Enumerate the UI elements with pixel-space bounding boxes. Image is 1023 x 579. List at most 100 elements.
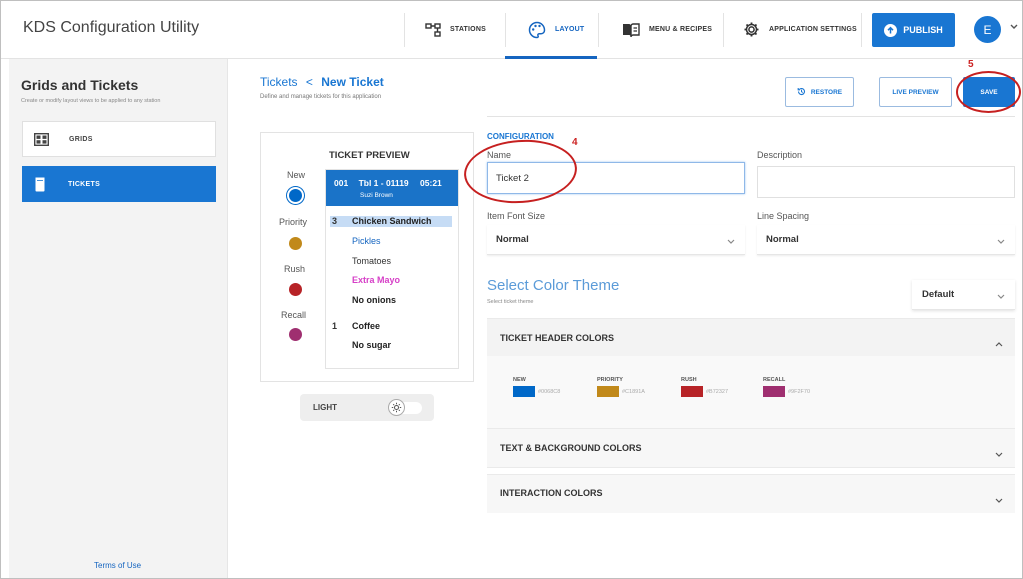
palette-icon — [528, 21, 546, 39]
ticket-modifier: No onions — [352, 295, 396, 305]
sidebar-item-label: TICKETS — [68, 180, 101, 188]
stations-icon — [425, 22, 441, 38]
publish-label: PUBLISH — [903, 25, 943, 35]
terms-of-use-link[interactable]: Terms of Use — [94, 561, 141, 570]
app-window: KDS Configuration Utility STATIONS LAYOU… — [0, 0, 1023, 579]
state-dot-recall[interactable] — [289, 328, 302, 341]
ticket-header-line: 001 Tbl 1 - 01119 05:21 — [334, 178, 442, 188]
upload-icon — [884, 23, 898, 37]
ticket-modifier: Extra Mayo — [352, 275, 401, 285]
line-spacing-select[interactable]: Normal — [757, 225, 1015, 255]
preview-title: TICKET PREVIEW — [329, 150, 410, 161]
section-title: INTERACTION COLORS — [500, 488, 603, 498]
ticket-preview-card: TICKET PREVIEW New Priority Rush Recall … — [260, 132, 474, 382]
ticket-modifier: No sugar — [352, 340, 392, 350]
swatch-color[interactable] — [763, 386, 785, 397]
live-preview-button[interactable]: LIVE PREVIEW — [879, 77, 952, 107]
top-bar: KDS Configuration Utility STATIONS LAYOU… — [1, 1, 1022, 59]
swatch-color[interactable] — [597, 386, 619, 397]
live-preview-label: LIVE PREVIEW — [892, 88, 939, 96]
swatch-label: NEW — [513, 377, 526, 383]
state-dot-new[interactable] — [289, 189, 302, 202]
breadcrumb-parent[interactable]: Tickets — [260, 75, 298, 89]
interaction-colors-section[interactable]: INTERACTION COLORS — [487, 474, 1015, 513]
gear-icon — [743, 21, 760, 38]
section-title: TEXT & BACKGROUND COLORS — [500, 443, 642, 453]
nav-menu-recipes[interactable]: MENU & RECIPES — [622, 1, 712, 58]
swatch-recall[interactable]: RECALL #9F2F70 — [763, 377, 810, 397]
app-title: KDS Configuration Utility — [23, 19, 200, 36]
line-spacing-value: Normal — [766, 234, 799, 245]
sun-icon — [388, 399, 405, 416]
swatch-hex: #0068C8 — [538, 388, 561, 395]
restore-button[interactable]: RESTORE — [785, 77, 854, 107]
state-label-new: New — [287, 170, 306, 180]
swatch-priority[interactable]: PRIORITY #C1891A — [597, 377, 645, 397]
section-title: TICKET HEADER COLORS — [500, 333, 615, 343]
restore-label: RESTORE — [810, 88, 843, 96]
user-avatar[interactable]: E — [974, 16, 1001, 43]
nav-app-settings-label: APPLICATION SETTINGS — [769, 26, 857, 33]
ticket-header-colors-section: TICKET HEADER COLORS NEW #0068C8 PRIORIT… — [487, 318, 1015, 429]
swatch-rush[interactable]: RUSH #B72327 — [681, 377, 728, 397]
restore-icon — [797, 87, 806, 98]
sidebar-item-label: GRIDS — [69, 135, 93, 143]
state-label-priority: Priority — [279, 217, 308, 227]
nav-stations[interactable]: STATIONS — [425, 1, 486, 58]
annotation-step-4: 4 — [572, 137, 578, 148]
ticket-modifier: Tomatoes — [352, 256, 392, 266]
line-spacing-label: Line Spacing — [757, 211, 810, 221]
state-dot-priority[interactable] — [289, 237, 302, 250]
swatch-label: RUSH — [681, 377, 697, 383]
nav-divider — [598, 13, 599, 47]
state-label-rush: Rush — [284, 264, 306, 274]
header-divider — [487, 116, 1015, 117]
chevron-down-icon — [727, 237, 735, 248]
nav-app-settings[interactable]: APPLICATION SETTINGS — [743, 1, 857, 58]
ticket-header: 001 Tbl 1 - 01119 05:21 Suzi Brown — [326, 170, 458, 206]
font-size-label: Item Font Size — [487, 211, 546, 221]
nav-divider — [505, 13, 506, 47]
breadcrumb-current: New Ticket — [321, 75, 384, 89]
swatch-new[interactable]: NEW #0068C8 — [513, 377, 560, 397]
swatch-color[interactable] — [681, 386, 703, 397]
sidebar-item-grids[interactable]: GRIDS — [22, 121, 216, 157]
ticket-time: 05:21 — [420, 178, 442, 188]
nav-menu-recipes-label: MENU & RECIPES — [649, 26, 713, 33]
color-theme-subtitle: Select ticket theme — [487, 299, 534, 305]
toggle-label: LIGHT — [313, 403, 337, 412]
state-dot-rush[interactable] — [289, 283, 302, 296]
ticket-item: Chicken Sandwich — [352, 216, 432, 226]
publish-button[interactable]: PUBLISH — [872, 13, 955, 47]
ticket-item: Coffee — [352, 321, 381, 331]
sidebar-item-tickets[interactable]: TICKETS — [22, 166, 216, 202]
text-background-colors-section[interactable]: TEXT & BACKGROUND COLORS — [487, 428, 1015, 468]
color-theme-select[interactable]: Default — [912, 280, 1015, 310]
nav-layout[interactable]: LAYOUT — [528, 1, 584, 58]
chevron-down-icon — [997, 237, 1005, 248]
sidebar-subtitle: Create or modify layout views to be appl… — [21, 98, 161, 104]
item-qty: 1 — [332, 321, 338, 331]
breadcrumb-separator: < — [305, 75, 313, 89]
annotation-step-5: 5 — [968, 59, 974, 70]
light-dark-toggle[interactable]: LIGHT — [300, 394, 434, 421]
ticket-table: Tbl 1 - 01119 — [358, 178, 409, 188]
breadcrumb: Tickets < New Ticket — [260, 75, 384, 89]
chevron-down-icon — [995, 491, 1003, 509]
ticket-header-colors-header[interactable]: TICKET HEADER COLORS — [487, 319, 1015, 356]
swatch-hex: #9F2F70 — [788, 388, 811, 395]
swatch-label: PRIORITY — [597, 377, 623, 383]
state-label-recall: Recall — [281, 310, 307, 320]
swatch-color[interactable] — [513, 386, 535, 397]
grid-icon — [23, 132, 59, 146]
ticket-icon — [22, 177, 58, 192]
nav-divider — [404, 13, 405, 47]
color-theme-title: Select Color Theme — [487, 277, 620, 294]
chevron-down-icon — [995, 445, 1003, 463]
ticket-modifier: Pickles — [352, 236, 381, 246]
description-input[interactable] — [757, 166, 1015, 198]
chevron-down-icon[interactable] — [1010, 17, 1018, 35]
font-size-select[interactable]: Normal — [487, 225, 745, 255]
ticket-number: 001 — [334, 178, 349, 188]
sidebar: Grids and Tickets Create or modify layou… — [9, 59, 228, 578]
